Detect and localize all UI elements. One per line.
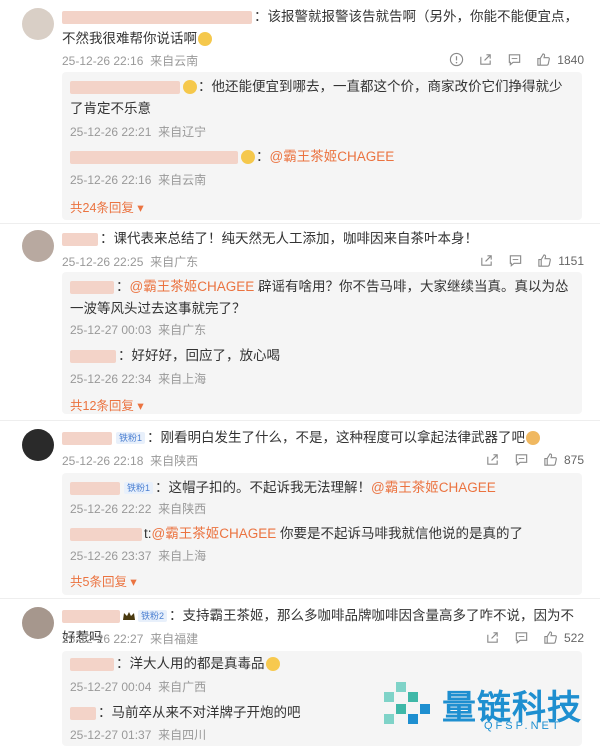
divider xyxy=(0,420,600,421)
watermark: 量链科技 QFSP.NET xyxy=(382,676,592,736)
avatar[interactable] xyxy=(22,429,54,461)
reply-2: ：好好好，回应了，放心喝 xyxy=(70,345,570,367)
mention-link[interactable]: @霸王茶姬CHAGEE xyxy=(371,480,496,495)
more-replies-link[interactable]: 共12条回复 ▾ xyxy=(70,395,144,414)
thumbs-up-icon xyxy=(536,52,551,67)
mention-link[interactable]: @霸王茶姬CHAGEE xyxy=(152,526,277,541)
share-icon[interactable] xyxy=(478,52,493,67)
comment-actions: 522 xyxy=(485,630,584,645)
fan-badge: 铁粉1 xyxy=(116,432,146,445)
username[interactable] xyxy=(70,527,142,541)
more-replies-link[interactable]: 共24条回复 ▾ xyxy=(70,197,144,216)
like-count: 1840 xyxy=(557,52,584,67)
emoji-icon xyxy=(183,80,197,95)
dog-emoji-icon xyxy=(526,431,541,446)
reply-box: 铁粉1 ：这帽子扣的。不起诉我无法理解！@霸王茶姬CHAGEE 25-12-26 … xyxy=(62,473,582,595)
reply-box: ：@霸王茶姬CHAGEE 辟谣有啥用？你不告马啡，大家继续当真。真以为怂一波等风… xyxy=(62,272,582,414)
username[interactable] xyxy=(62,10,252,24)
username[interactable] xyxy=(70,280,114,294)
thumbs-up-icon xyxy=(543,630,558,645)
share-icon[interactable] xyxy=(485,452,500,467)
reply-meta: 25-12-26 22:16 来自云南 xyxy=(70,173,207,187)
avatar[interactable] xyxy=(22,607,54,639)
reply-meta: 25-12-26 23:37 来自上海 xyxy=(70,549,207,563)
comment-actions: 1840 xyxy=(449,52,584,67)
username[interactable] xyxy=(70,349,116,363)
username[interactable] xyxy=(70,657,114,671)
reply-meta: 25-12-26 22:21 来自辽宁 xyxy=(70,125,207,139)
like-button[interactable]: 522 xyxy=(543,630,584,645)
comment-meta: 25-12-26 22:27 来自福建 xyxy=(62,632,199,646)
like-button[interactable]: 875 xyxy=(543,452,584,467)
comment-meta: 25-12-26 22:25 来自广东 xyxy=(62,255,199,269)
reply-1: 铁粉1 ：这帽子扣的。不起诉我无法理解！@霸王茶姬CHAGEE xyxy=(70,477,570,499)
more-replies-link[interactable]: 共5条回复 ▾ xyxy=(70,571,137,590)
emoji-icon xyxy=(241,150,255,165)
comment-icon[interactable] xyxy=(508,253,523,268)
smile-emoji-icon xyxy=(198,32,212,47)
like-count: 1151 xyxy=(558,253,584,268)
comment-text: 铁粉1 ：刚看明白发生了什么，不是，这种程度可以拿起法律武器了吧 xyxy=(62,427,582,449)
comment-meta: 25-12-26 22:18 来自陕西 xyxy=(62,454,199,468)
reply-meta: 25-12-27 00:03 来自广东 xyxy=(70,323,207,337)
divider xyxy=(0,598,600,599)
like-count: 522 xyxy=(563,630,584,645)
username[interactable] xyxy=(70,706,96,720)
reply-2: t:@霸王茶姬CHAGEE 你要是不起诉马啡我就信他说的是真的了 xyxy=(70,523,570,545)
comment-actions: 1151 xyxy=(479,253,584,268)
comment-text: ：该报警就报警该告就告啊（另外，你能不能便宜点，不然我很难帮你说话啊 xyxy=(62,9,578,47)
reply-1: ：洋大人用的都是真毒品 xyxy=(70,653,570,675)
username[interactable] xyxy=(70,481,120,495)
watermark-logo-icon xyxy=(384,682,430,724)
like-button[interactable]: 1840 xyxy=(536,52,584,67)
like-count: 875 xyxy=(563,452,584,467)
reply-meta: 25-12-26 22:34 来自上海 xyxy=(70,372,207,386)
reply-1: ：他还能便宜到哪去，一直都这个价，商家改价它们挣得就少了肯定不乐意 xyxy=(70,79,563,116)
fan-badge: 铁粉1 xyxy=(124,482,154,495)
reply-box: ：他还能便宜到哪去，一直都这个价，商家改价它们挣得就少了肯定不乐意 25-12-… xyxy=(62,72,582,220)
reply-meta: 25-12-26 22:22 来自陕西 xyxy=(70,502,207,516)
comment-text: ：课代表来总结了！纯天然无人工添加，咖啡因来自茶叶本身！ xyxy=(62,228,582,250)
crying-emoji-icon xyxy=(265,657,280,672)
warning-circle-icon[interactable] xyxy=(449,52,464,67)
share-icon[interactable] xyxy=(479,253,494,268)
avatar[interactable] xyxy=(22,230,54,262)
username[interactable] xyxy=(62,431,112,445)
mention-link[interactable]: @霸王茶姬CHAGEE xyxy=(270,149,395,164)
comment-icon[interactable] xyxy=(514,452,529,467)
comment-icon[interactable] xyxy=(514,630,529,645)
username[interactable] xyxy=(70,150,238,164)
username[interactable] xyxy=(62,232,98,246)
thumbs-up-icon xyxy=(543,452,558,467)
avatar[interactable] xyxy=(22,8,54,40)
username[interactable] xyxy=(70,80,180,94)
watermark-url: QFSP.NET xyxy=(484,720,562,732)
like-button[interactable]: 1151 xyxy=(537,253,584,268)
fan-badge: 铁粉2 xyxy=(138,610,168,623)
reply-meta: 25-12-27 00:04 来自广西 xyxy=(70,680,207,694)
comment-icon[interactable] xyxy=(507,52,522,67)
share-icon[interactable] xyxy=(485,630,500,645)
comment-meta: 25-12-26 22:16 来自云南 xyxy=(62,54,199,68)
reply-2: ：@霸王茶姬CHAGEE xyxy=(70,146,570,168)
mention-link[interactable]: @霸王茶姬CHAGEE xyxy=(130,279,255,294)
comment-actions: 875 xyxy=(485,452,584,467)
username[interactable] xyxy=(62,609,120,623)
crown-icon xyxy=(123,612,135,621)
reply-meta: 25-12-27 01:37 来自四川 xyxy=(70,728,207,742)
reply-1: ：@霸王茶姬CHAGEE 辟谣有啥用？你不告马啡，大家继续当真。真以为怂一波等风… xyxy=(70,279,569,316)
thumbs-up-icon xyxy=(537,253,552,268)
divider xyxy=(0,223,600,224)
